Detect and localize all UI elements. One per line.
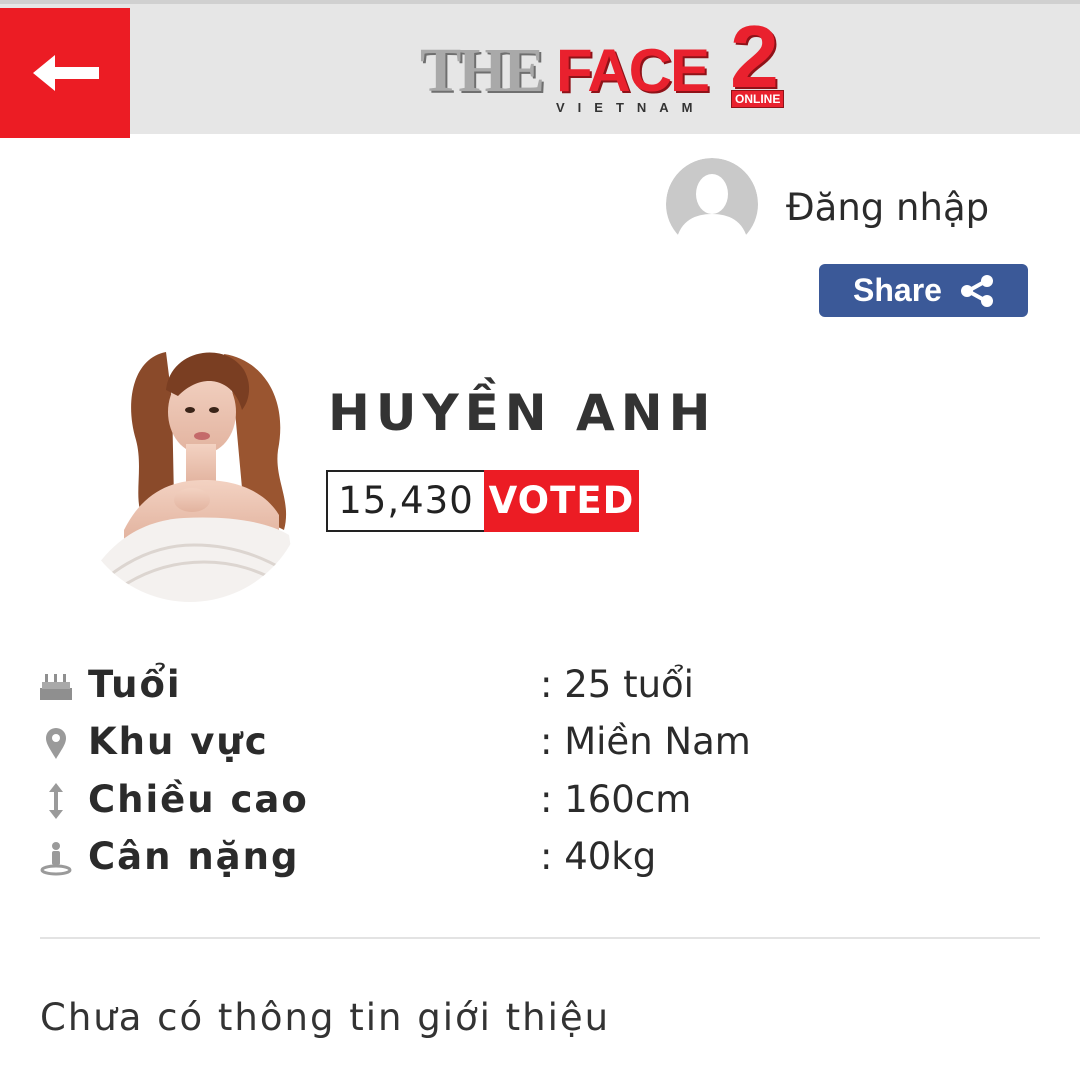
info-row-region: Khu vực : Miền Nam <box>38 717 1038 767</box>
share-label: Share <box>853 272 942 308</box>
info-label: Khu vực <box>88 720 269 763</box>
logo-number: 2 <box>730 7 779 106</box>
info-label: Tuổi <box>88 663 182 706</box>
map-pin-icon <box>46 728 66 759</box>
the-face-logo: THE FACE 2 VIETNAM ONLINE <box>418 12 798 118</box>
info-row-height: Chiều cao : 160cm <box>38 775 1038 825</box>
info-value: : Miền Nam <box>540 720 751 763</box>
info-row-weight: Cân nặng : 40kg <box>38 832 1038 882</box>
info-value: : 40kg <box>540 835 657 878</box>
divider <box>40 937 1040 939</box>
arrow-left-icon <box>33 55 99 91</box>
logo-the-text: THE <box>420 37 545 105</box>
cake-icon <box>40 674 72 700</box>
login-label: Đăng nhập <box>786 186 990 229</box>
vote-count: 15,430 <box>326 470 484 532</box>
share-button[interactable]: Share <box>819 264 1028 317</box>
info-label: Chiều cao <box>88 778 309 821</box>
info-row-age: Tuổi : 25 tuổi <box>38 660 1038 710</box>
logo-vietnam-text: VIETNAM <box>556 100 706 115</box>
info-value: : 25 tuổi <box>540 663 694 706</box>
logo-face-text: FACE <box>556 37 710 104</box>
vote-badge: 15,430 VOTED <box>326 470 639 532</box>
back-button[interactable] <box>0 8 130 138</box>
logo-online-badge: ONLINE <box>731 90 785 108</box>
bio-text: Chưa có thông tin giới thiệu <box>40 996 611 1039</box>
height-arrow-icon <box>49 783 63 819</box>
top-bar: THE FACE 2 VIETNAM ONLINE <box>0 0 1080 138</box>
contestant-name: HUYỀN ANH <box>328 384 717 442</box>
voted-label: VOTED <box>484 470 639 532</box>
scale-icon <box>40 842 72 876</box>
info-label: Cân nặng <box>88 835 300 878</box>
share-icon <box>961 275 993 307</box>
user-silhouette-icon <box>666 158 758 242</box>
info-value: : 160cm <box>540 778 692 821</box>
contestant-photo <box>74 340 306 602</box>
